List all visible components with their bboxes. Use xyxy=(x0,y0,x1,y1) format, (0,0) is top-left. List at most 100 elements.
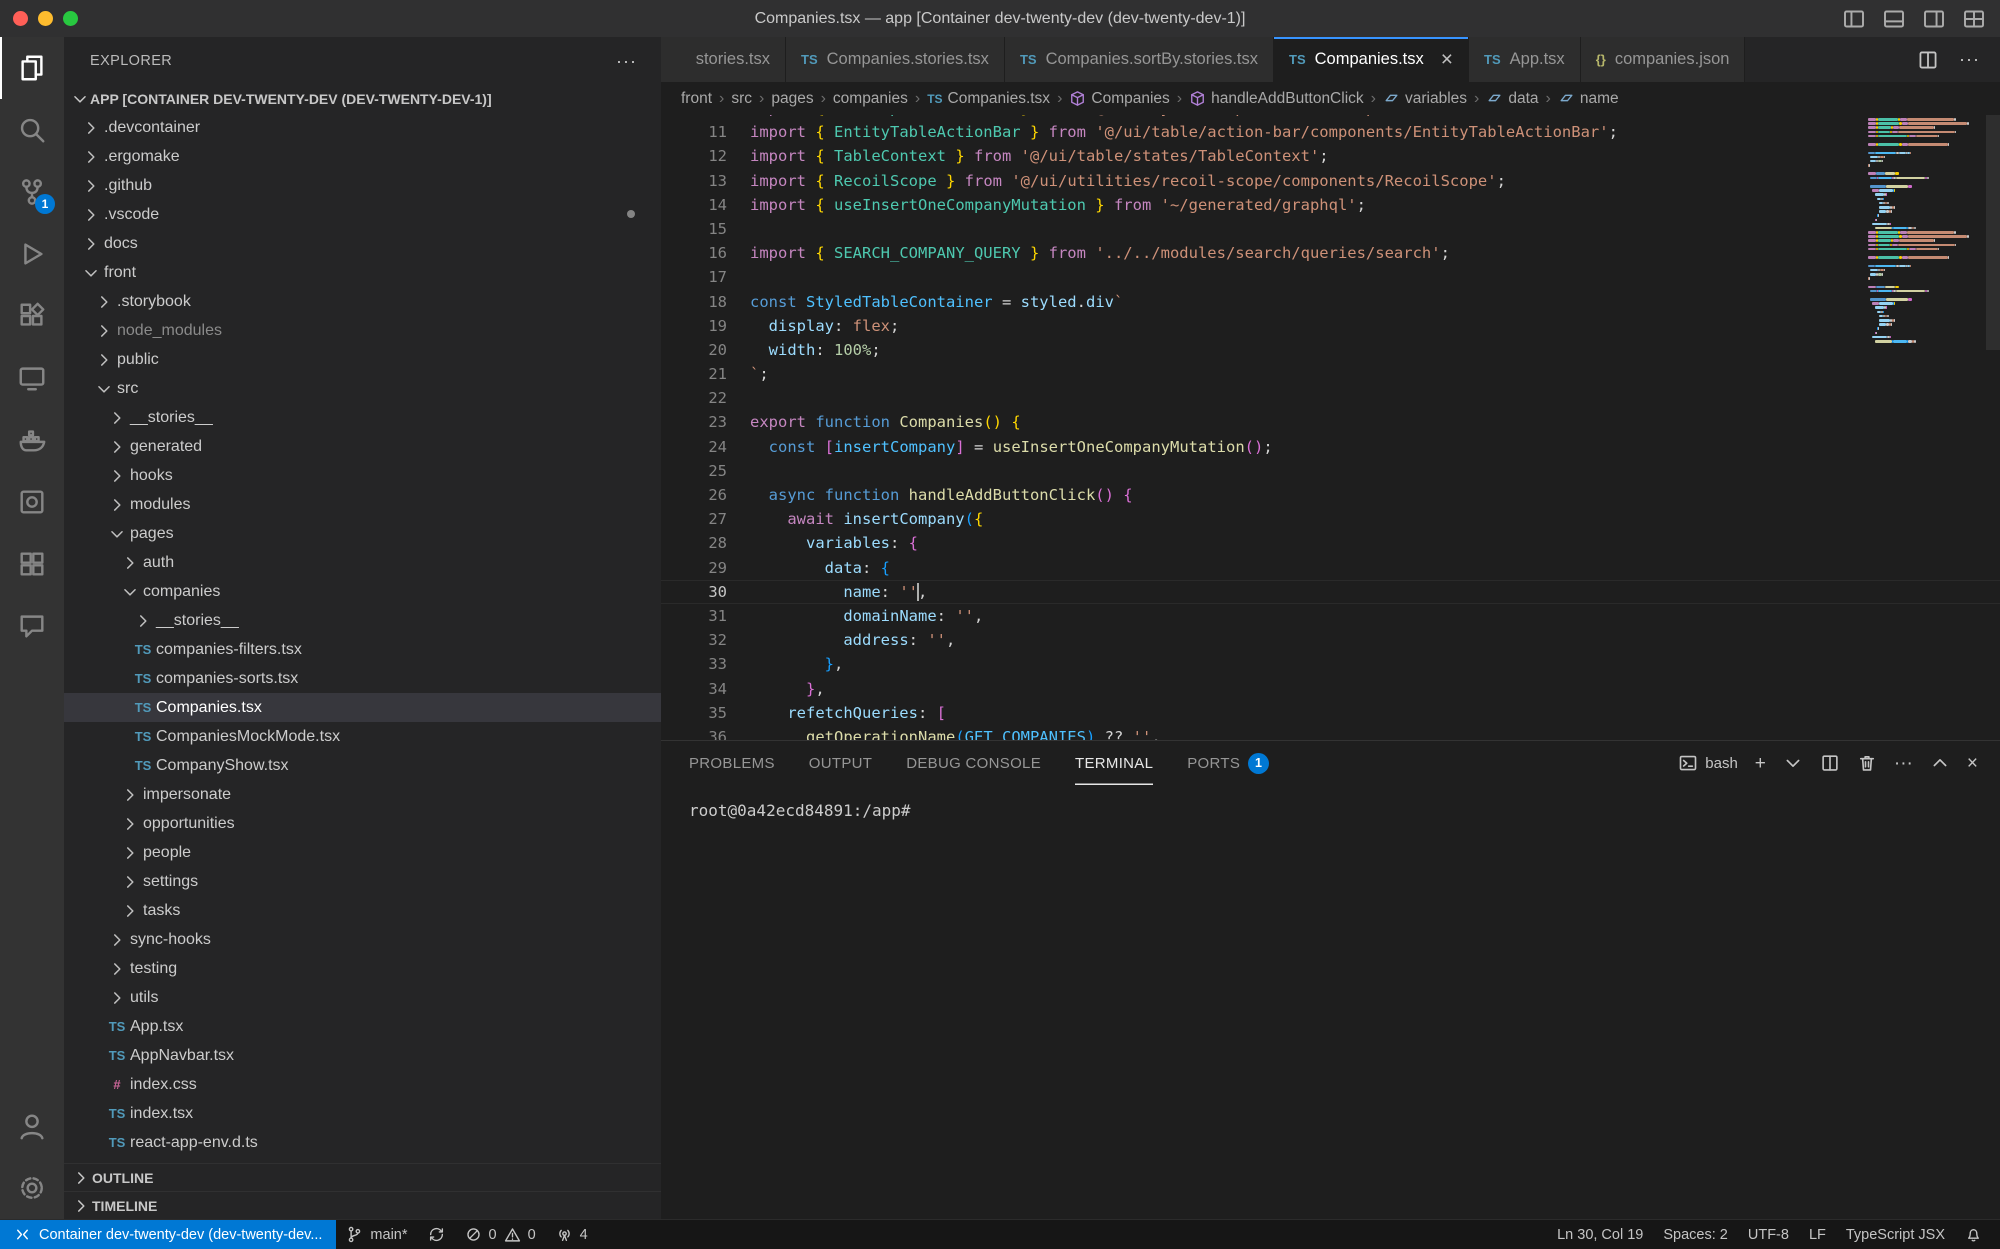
tree-folder-__stories__[interactable]: __stories__ xyxy=(64,606,661,635)
code-line-26[interactable]: 26 async function handleAddButtonClick()… xyxy=(661,483,2000,507)
branch-indicator[interactable]: main* xyxy=(336,1220,417,1249)
encoding-setting[interactable]: UTF-8 xyxy=(1738,1227,1799,1243)
tree-folder-front[interactable]: front xyxy=(64,258,661,287)
tree-folder-opportunities[interactable]: opportunities xyxy=(64,809,661,838)
close-window-button[interactable] xyxy=(13,11,28,26)
ports-indicator[interactable]: 4 xyxy=(546,1220,598,1249)
tree-folder-settings[interactable]: settings xyxy=(64,867,661,896)
close-panel-icon[interactable]: × xyxy=(1967,754,1978,773)
maximize-panel-icon[interactable] xyxy=(1930,753,1950,773)
explorer-more-actions-icon[interactable]: ··· xyxy=(616,51,637,72)
tree-folder-modules[interactable]: modules xyxy=(64,490,661,519)
code-line-20[interactable]: 20 width: 100%; xyxy=(661,338,2000,362)
code-line-29[interactable]: 29 data: { xyxy=(661,556,2000,580)
code-line-36[interactable]: 36 getOperationName(GET_COMPANIES) ?? ''… xyxy=(661,725,2000,740)
close-tab-icon[interactable]: × xyxy=(1441,49,1453,70)
activitybar-accounts[interactable] xyxy=(0,1095,64,1157)
activitybar-comments[interactable] xyxy=(0,595,64,657)
toggle-secondary-sidebar-icon[interactable] xyxy=(1922,7,1946,31)
code-line-19[interactable]: 19 display: flex; xyxy=(661,314,2000,338)
activitybar-search[interactable] xyxy=(0,99,64,161)
tree-folder-sync-hooks[interactable]: sync-hooks xyxy=(64,925,661,954)
code-line-22[interactable]: 22 xyxy=(661,386,2000,410)
activitybar-run-debug[interactable] xyxy=(0,223,64,285)
zoom-window-button[interactable] xyxy=(63,11,78,26)
breadcrumb-data[interactable]: data xyxy=(1486,90,1538,108)
code-line-34[interactable]: 34 }, xyxy=(661,677,2000,701)
code-line-31[interactable]: 31 domainName: '', xyxy=(661,604,2000,628)
tree-file-index.css[interactable]: #index.css xyxy=(64,1070,661,1099)
activitybar-explorer[interactable] xyxy=(0,37,64,99)
tree-folder-hooks[interactable]: hooks xyxy=(64,461,661,490)
activitybar-settings[interactable] xyxy=(0,1157,64,1219)
panel-tab-debug-console[interactable]: DEBUG CONSOLE xyxy=(906,741,1041,785)
breadcrumb-handleAddButtonClick[interactable]: handleAddButtonClick xyxy=(1189,90,1364,108)
code-line-30[interactable]: 30 name: '', xyxy=(661,580,2000,604)
code-line-12[interactable]: 12import { TableContext } from '@/ui/tab… xyxy=(661,144,2000,168)
tree-folder-companies[interactable]: companies xyxy=(64,577,661,606)
tree-folder-.vscode[interactable]: .vscode xyxy=(64,200,661,229)
tree-file-Companies.tsx[interactable]: TSCompanies.tsx xyxy=(64,693,661,722)
terminal-dropdown-icon[interactable] xyxy=(1783,753,1803,773)
tree-folder-docs[interactable]: docs xyxy=(64,229,661,258)
terminal-shell-selector[interactable]: bash xyxy=(1678,753,1738,773)
code-line-32[interactable]: 32 address: '', xyxy=(661,628,2000,652)
code-line-18[interactable]: 18const StyledTableContainer = styled.di… xyxy=(661,290,2000,314)
outline-section[interactable]: OUTLINE xyxy=(64,1163,661,1191)
breadcrumb-pages[interactable]: pages xyxy=(771,90,813,108)
toggle-panel-icon[interactable] xyxy=(1882,7,1906,31)
tree-file-CompaniesMockMode.tsx[interactable]: TSCompaniesMockMode.tsx xyxy=(64,722,661,751)
code-line-28[interactable]: 28 variables: { xyxy=(661,531,2000,555)
tree-folder-tasks[interactable]: tasks xyxy=(64,896,661,925)
code-line-35[interactable]: 35 refetchQueries: [ xyxy=(661,701,2000,725)
code-line-15[interactable]: 15 xyxy=(661,217,2000,241)
minimize-window-button[interactable] xyxy=(38,11,53,26)
tree-file-companies-filters.tsx[interactable]: TScompanies-filters.tsx xyxy=(64,635,661,664)
breadcrumb-Companies[interactable]: Companies xyxy=(1069,90,1169,108)
indentation-setting[interactable]: Spaces: 2 xyxy=(1653,1227,1738,1243)
remote-indicator[interactable]: Container dev-twenty-dev (dev-twenty-dev… xyxy=(0,1220,336,1249)
tree-folder-node_modules[interactable]: node_modules xyxy=(64,316,661,345)
breadcrumb-variables[interactable]: variables xyxy=(1383,90,1467,108)
problems-indicator[interactable]: 0 0 xyxy=(455,1220,546,1249)
panel-tab-terminal[interactable]: TERMINAL xyxy=(1075,741,1153,785)
code-line-21[interactable]: 21`; xyxy=(661,362,2000,386)
tab-companies.json[interactable]: {}companies.json xyxy=(1581,37,1746,82)
tree-folder-.storybook[interactable]: .storybook xyxy=(64,287,661,316)
tree-folder-.ergomake[interactable]: .ergomake xyxy=(64,142,661,171)
minimap[interactable] xyxy=(1868,117,1986,343)
panel-tab-ports[interactable]: PORTS1 xyxy=(1187,741,1269,785)
customize-layout-icon[interactable] xyxy=(1962,7,1986,31)
tab-Companies.stories.tsx[interactable]: TSCompanies.stories.tsx xyxy=(786,37,1005,82)
sync-changes-button[interactable] xyxy=(418,1220,455,1249)
breadcrumb-src[interactable]: src xyxy=(731,90,752,108)
tab-App.tsx[interactable]: TSApp.tsx xyxy=(1469,37,1581,82)
tab-Companies.tsx[interactable]: TSCompanies.tsx× xyxy=(1274,37,1469,82)
editor-scrollbar[interactable] xyxy=(1986,115,2000,350)
code-editor[interactable]: 10import { WithTopBarContainer } from '@… xyxy=(661,115,2000,740)
tree-file-react-app-env.d.ts[interactable]: TSreact-app-env.d.ts xyxy=(64,1128,661,1157)
code-line-13[interactable]: 13import { RecoilScope } from '@/ui/util… xyxy=(661,169,2000,193)
panel-tab-problems[interactable]: PROBLEMS xyxy=(689,741,775,785)
cursor-position[interactable]: Ln 30, Col 19 xyxy=(1547,1227,1653,1243)
panel-more-actions-icon[interactable]: ··· xyxy=(1894,754,1913,773)
toggle-primary-sidebar-icon[interactable] xyxy=(1842,7,1866,31)
split-editor-icon[interactable] xyxy=(1917,49,1939,71)
code-line-24[interactable]: 24 const [insertCompany] = useInsertOneC… xyxy=(661,435,2000,459)
tree-file-AppNavbar.tsx[interactable]: TSAppNavbar.tsx xyxy=(64,1041,661,1070)
code-line-25[interactable]: 25 xyxy=(661,459,2000,483)
code-line-33[interactable]: 33 }, xyxy=(661,652,2000,676)
tree-folder-auth[interactable]: auth xyxy=(64,548,661,577)
tree-folder-src[interactable]: src xyxy=(64,374,661,403)
terminal-prompt[interactable]: root@0a42ecd84891:/app# xyxy=(689,801,911,820)
tree-folder-people[interactable]: people xyxy=(64,838,661,867)
code-line-23[interactable]: 23export function Companies() { xyxy=(661,410,2000,434)
tree-folder-.devcontainer[interactable]: .devcontainer xyxy=(64,113,661,142)
code-line-27[interactable]: 27 await insertCompany({ xyxy=(661,507,2000,531)
activitybar-container-tools[interactable] xyxy=(0,471,64,533)
code-line-11[interactable]: 11import { EntityTableActionBar } from '… xyxy=(661,120,2000,144)
new-terminal-button[interactable]: + xyxy=(1755,754,1766,773)
tree-folder-testing[interactable]: testing xyxy=(64,954,661,983)
activitybar-extensions[interactable] xyxy=(0,285,64,347)
tab-stories.tsx[interactable]: stories.tsx xyxy=(661,37,786,82)
